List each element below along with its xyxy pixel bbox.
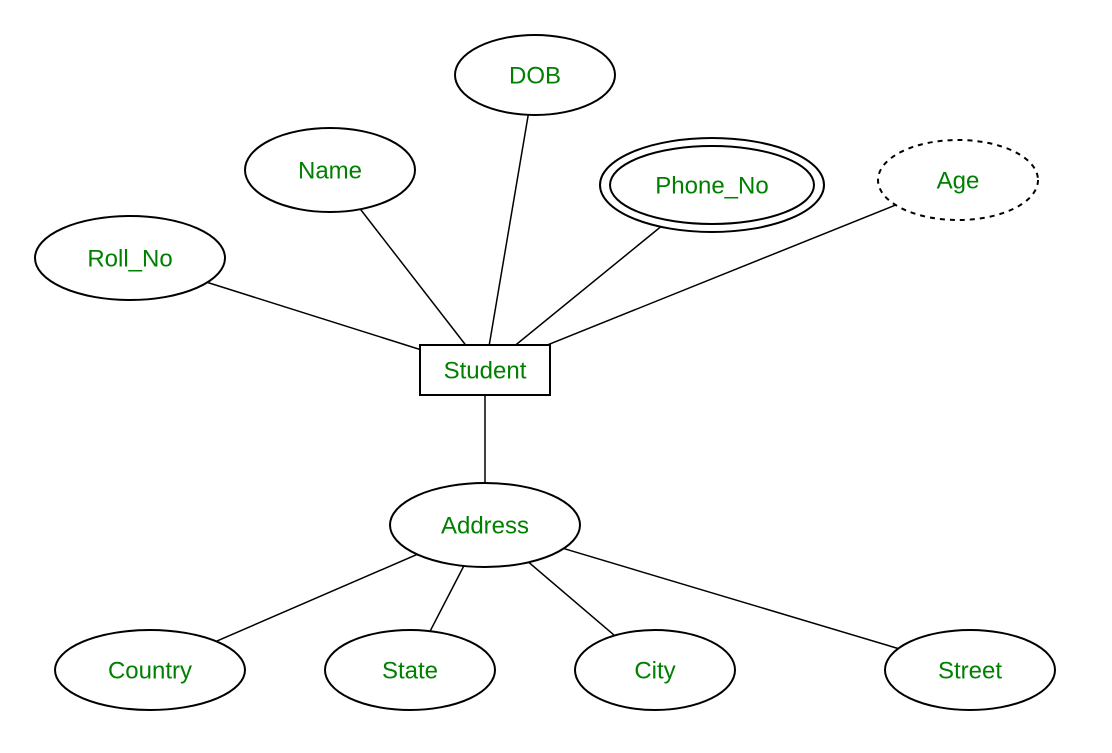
attr-country-label: Country xyxy=(108,657,192,684)
attr-dob-label: DOB xyxy=(509,62,561,89)
attr-age-label: Age xyxy=(937,167,980,194)
attr-city-label: City xyxy=(634,657,675,684)
attr-rollno-label: Roll_No xyxy=(87,245,172,272)
attr-street-label: Street xyxy=(938,657,1002,684)
attr-address-label: Address xyxy=(441,512,529,539)
er-diagram: Student DOB Name Phone_No Age Roll_No Ad… xyxy=(0,0,1112,753)
attr-state-label: State xyxy=(382,657,438,684)
attr-name-label: Name xyxy=(298,157,362,184)
edge-student-dob xyxy=(485,75,535,370)
attr-phoneno-label: Phone_No xyxy=(655,172,768,199)
entity-student-label: Student xyxy=(444,357,527,384)
